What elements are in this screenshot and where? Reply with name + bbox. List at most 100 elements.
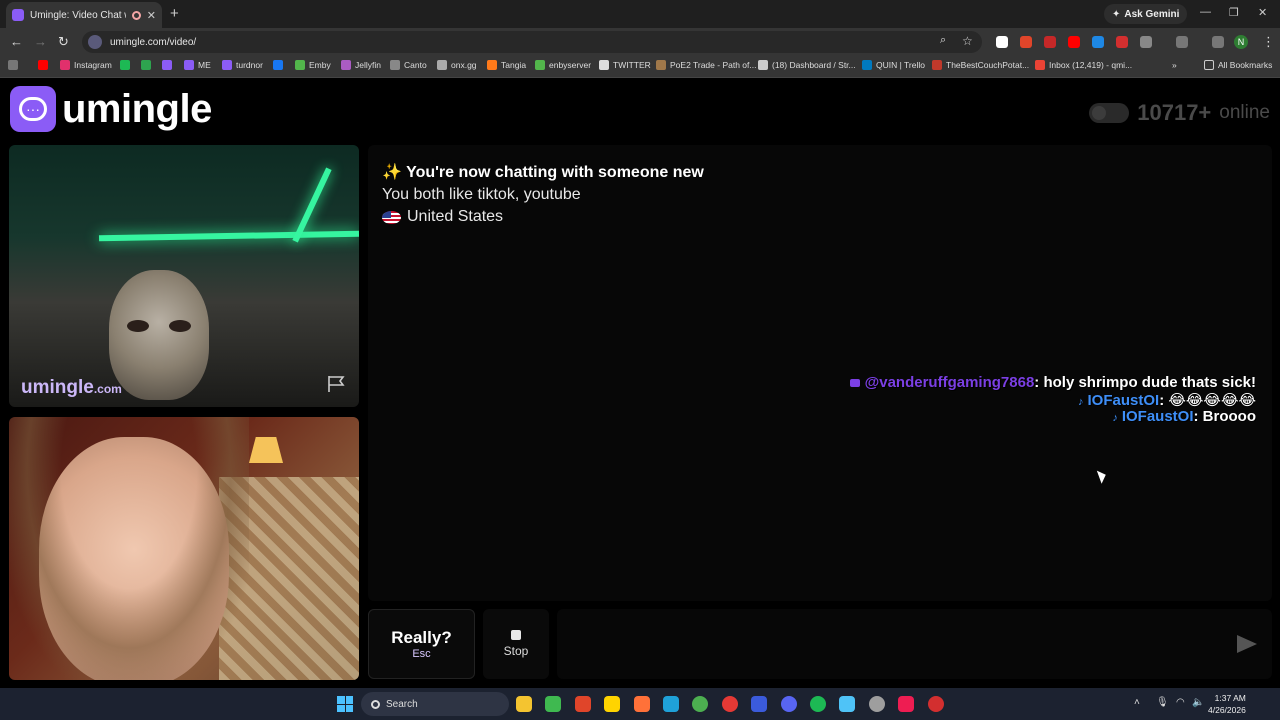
bookmark-favicon-icon: [599, 60, 609, 70]
apps-grid-icon[interactable]: [8, 60, 18, 70]
bookmark-label: enbyserver: [549, 60, 592, 70]
restore-icon[interactable]: ❐: [1229, 6, 1239, 19]
extension-blue-icon[interactable]: [1092, 36, 1104, 48]
ask-gemini-button[interactable]: ✦ Ask Gemini: [1104, 4, 1188, 24]
address-bar[interactable]: umingle.com/video/: [82, 31, 982, 53]
site-info-icon[interactable]: [88, 35, 102, 49]
extensions-puzzle-icon[interactable]: [1140, 36, 1152, 48]
bookmark-item[interactable]: TWITTER: [599, 60, 651, 70]
bookmark-item[interactable]: [120, 60, 130, 70]
bookmark-item[interactable]: Jellyfin: [341, 60, 381, 70]
bookmark-item[interactable]: Tangia: [487, 60, 526, 70]
close-window-icon[interactable]: ✕: [1258, 6, 1267, 19]
report-flag-icon[interactable]: [327, 375, 347, 393]
microphone-icon[interactable]: 🎙: [1156, 697, 1169, 708]
bookmark-item[interactable]: Inbox (12,419) - qmi...: [1035, 60, 1132, 70]
back-arrow-icon[interactable]: ←: [10, 34, 23, 49]
umingle-logo[interactable]: ··· umingle: [10, 86, 212, 132]
reading-list-icon[interactable]: [1212, 36, 1224, 48]
theme-toggle[interactable]: [1089, 103, 1130, 123]
zoom-icon[interactable]: ⌕: [940, 34, 946, 47]
extension-youtube-icon[interactable]: [1068, 36, 1080, 48]
bookmark-favicon-icon: [120, 60, 130, 70]
forward-arrow-icon[interactable]: →: [34, 34, 47, 49]
bookmark-item[interactable]: ME: [184, 60, 211, 70]
bookmark-item[interactable]: Canto: [390, 60, 427, 70]
all-bookmarks-button[interactable]: All Bookmarks: [1204, 60, 1272, 70]
chat-username: @vanderuffgaming7868: [864, 374, 1035, 391]
umingle-watermark: umingle.com: [21, 377, 122, 398]
stream-chat-message: @vanderuffgaming7868: holy shrimpo dude …: [849, 374, 1256, 391]
app-icon-red[interactable]: [928, 696, 944, 712]
extension-k-icon[interactable]: [996, 36, 1008, 48]
tray-overflow-icon[interactable]: ˄: [1134, 697, 1140, 708]
stop-button[interactable]: Stop: [483, 609, 549, 679]
tiktok-app-icon[interactable]: [898, 696, 914, 712]
bookmark-item[interactable]: Emby: [295, 60, 331, 70]
discord-icon[interactable]: [781, 696, 797, 712]
all-bookmarks-label: All Bookmarks: [1218, 60, 1273, 70]
bookmark-item[interactable]: QUIN | Trello: [862, 60, 925, 70]
edge-icon[interactable]: [663, 696, 679, 712]
chrome-icon[interactable]: [692, 696, 708, 712]
browser-tab-bar: Umingle: Video Chat with S ✕ + ✦ Ask Gem…: [0, 0, 1280, 28]
bookmark-label: Emby: [309, 60, 331, 70]
app-icon-orange[interactable]: [575, 696, 591, 712]
chat-username: IOFaustOI: [1121, 408, 1194, 425]
bookmark-item[interactable]: onx.gg: [437, 60, 477, 70]
extension-tag-icon[interactable]: [1116, 36, 1128, 48]
bookmark-item[interactable]: [162, 60, 172, 70]
bookmark-item[interactable]: [273, 60, 283, 70]
bookmark-star-icon[interactable]: ☆: [962, 34, 973, 48]
local-video: [9, 417, 359, 680]
profile-avatar[interactable]: N: [1234, 35, 1248, 49]
tiktok-icon: ♪: [1112, 412, 1118, 424]
tab-title: Umingle: Video Chat with S: [30, 9, 126, 21]
chat-message-input[interactable]: [557, 609, 1272, 679]
bookmark-item[interactable]: turdnor: [222, 60, 263, 70]
obs-icon[interactable]: [869, 696, 885, 712]
new-tab-button[interactable]: +: [170, 5, 179, 22]
firefox-icon[interactable]: [634, 696, 650, 712]
bookmark-item[interactable]: [38, 60, 48, 70]
recording-icon: [131, 10, 141, 20]
browser-tab[interactable]: Umingle: Video Chat with S ✕: [6, 2, 162, 28]
sticky-notes-icon[interactable]: [604, 696, 620, 712]
app-icon-blue[interactable]: [751, 696, 767, 712]
bookmarks-bar: Instagram ME turdnor Emby Jellyfin Canto onx.g…: [0, 56, 1280, 78]
bookmark-item[interactable]: enbyserver: [535, 60, 591, 70]
wifi-icon[interactable]: ◠: [1176, 697, 1185, 708]
opera-icon[interactable]: [722, 696, 738, 712]
menu-kebab-icon[interactable]: ⋮: [1262, 34, 1275, 50]
tab-close-icon[interactable]: ✕: [147, 9, 156, 22]
chat-bubble-logo-icon: ···: [10, 86, 56, 132]
bookmark-item[interactable]: TheBestCouchPotat...: [932, 60, 1029, 70]
taskbar-search[interactable]: Search: [361, 692, 509, 716]
bookmark-item[interactable]: Instagram: [60, 60, 112, 70]
send-icon[interactable]: [1237, 635, 1257, 653]
bookmarks-overflow-icon[interactable]: »: [1172, 60, 1177, 70]
clock-time: 1:37 AM: [1214, 693, 1246, 703]
youtube-icon: [849, 379, 860, 387]
bookmark-item[interactable]: [141, 60, 151, 70]
media-player-icon[interactable]: [545, 696, 561, 712]
file-explorer-icon[interactable]: [516, 696, 532, 712]
extension-fox-icon[interactable]: [1020, 36, 1032, 48]
lamp: [249, 437, 283, 463]
chat-username: IOFaustOI: [1087, 392, 1160, 409]
bookmark-item[interactable]: (18) Dashboard / Str...: [758, 60, 856, 70]
notepad-icon[interactable]: [839, 696, 855, 712]
bookmark-label: PoE2 Trade - Path of...: [670, 60, 757, 70]
windows-start-icon[interactable]: [337, 696, 353, 712]
spotify-icon[interactable]: [810, 696, 826, 712]
tab-search-icon[interactable]: [1176, 36, 1188, 48]
extension-red-icon[interactable]: [1044, 36, 1056, 48]
bookmark-favicon-icon: [656, 60, 666, 70]
skip-confirm-button[interactable]: Really? Esc: [368, 609, 475, 679]
reload-icon[interactable]: ↻: [58, 34, 69, 50]
minimize-icon[interactable]: —: [1200, 6, 1211, 18]
bookmark-item[interactable]: PoE2 Trade - Path of...: [656, 60, 756, 70]
stranger-mask: [109, 270, 209, 400]
taskbar-clock[interactable]: 1:37 AM 4/26/2026: [1208, 692, 1246, 716]
volume-icon[interactable]: 🔈: [1192, 697, 1204, 708]
